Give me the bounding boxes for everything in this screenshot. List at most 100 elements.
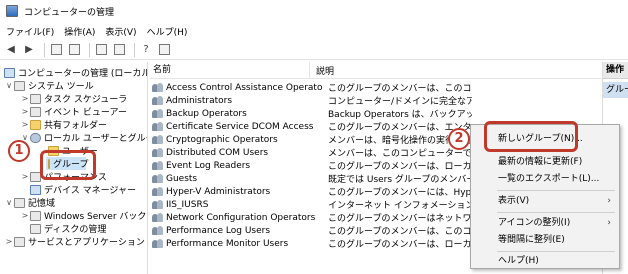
- chevron-down-icon[interactable]: ∨: [4, 81, 14, 90]
- group-icon: [152, 134, 164, 145]
- menu-item-arrange-icons[interactable]: アイコンの整列(I) ›: [471, 215, 619, 231]
- list-header: 名前 説明: [150, 62, 602, 79]
- forward-arrow-icon[interactable]: ▶: [22, 43, 36, 57]
- highlight-new-group: [484, 121, 578, 152]
- refresh-icon[interactable]: [94, 43, 108, 57]
- tree-label: ディスクの管理: [44, 225, 107, 235]
- chevron-right-icon[interactable]: >: [20, 94, 30, 103]
- menu-item-view[interactable]: 表示(V) ›: [471, 193, 619, 209]
- group-name: Guests: [166, 173, 198, 184]
- menu-action[interactable]: 操作(A): [64, 25, 95, 38]
- tree-label: コンピューターの管理 (ローカル): [18, 69, 148, 79]
- services-icon: [14, 236, 25, 247]
- group-description: インターネット インフォメーション サービス...: [328, 201, 472, 211]
- tree-item-device-manager[interactable]: デバイス マネージャー: [30, 183, 136, 196]
- menu-item-refresh[interactable]: 最新の情報に更新(F): [471, 154, 619, 170]
- menu-separator: [497, 190, 615, 191]
- menu-file[interactable]: ファイル(F): [6, 25, 54, 38]
- tools-icon: [14, 80, 25, 91]
- group-name: Access Control Assistance Operators: [166, 82, 322, 93]
- tree-label: デバイス マネージャー: [44, 186, 136, 196]
- tree-label: Windows Server バックア: [44, 212, 148, 222]
- group-name: Hyper-V Administrators: [166, 186, 271, 197]
- group-icon: [152, 225, 164, 236]
- column-header-name[interactable]: 名前: [150, 62, 310, 79]
- chevron-right-icon[interactable]: >: [20, 211, 30, 220]
- up-folder-icon[interactable]: [49, 43, 63, 57]
- menu-bar: ファイル(F) 操作(A) 表示(V) ヘルプ(H): [0, 22, 628, 40]
- group-icon: [152, 95, 164, 106]
- tree-item-system-tools[interactable]: ∨ システム ツール: [4, 79, 94, 92]
- tree-label: サービスとアプリケーション: [28, 238, 145, 248]
- actions-item-groups[interactable]: グループ: [603, 82, 628, 98]
- menu-separator: [497, 212, 615, 213]
- menu-help[interactable]: ヘルプ(H): [147, 25, 188, 38]
- computer-management-icon: [6, 5, 18, 17]
- tree-item-local-users-groups[interactable]: ∨ ローカル ユーザーとグループ: [20, 131, 147, 144]
- group-name: Cryptographic Operators: [166, 134, 278, 145]
- tree-item-event-viewer[interactable]: > イベント ビューアー: [20, 105, 127, 118]
- chevron-right-icon[interactable]: >: [4, 237, 14, 246]
- group-description: コンピューター/ドメインに完全なアクセス...: [328, 97, 472, 107]
- menu-item-help[interactable]: ヘルプ(H): [471, 253, 619, 269]
- group-icon: [152, 186, 164, 197]
- tree-label: タスク スケジューラ: [44, 95, 128, 105]
- toolbar: ◀ ▶ ?: [0, 40, 628, 60]
- help-icon[interactable]: ?: [139, 43, 153, 57]
- group-name: Performance Monitor Users: [166, 238, 289, 249]
- shared-folder-icon: [30, 119, 41, 130]
- tree-item-services-apps[interactable]: > サービスとアプリケーション: [4, 235, 145, 248]
- menu-view[interactable]: 表示(V): [105, 25, 136, 38]
- table-row[interactable]: Backup Operators Backup Operators は、バックアッ…: [150, 107, 602, 120]
- tree-item-root[interactable]: コンピューターの管理 (ローカル): [4, 66, 148, 79]
- chevron-right-icon[interactable]: >: [20, 172, 30, 181]
- group-icon: [152, 173, 164, 184]
- group-description: Backup Operators は、バックアップの...: [328, 110, 472, 120]
- table-row[interactable]: Access Control Assistance Operators このグルー…: [150, 81, 602, 94]
- highlight-groups: [40, 150, 96, 180]
- tree-label: ローカル ユーザーとグループ: [44, 134, 147, 144]
- group-name: Certificate Service DCOM Access: [166, 121, 314, 132]
- group-name: Network Configuration Operators: [166, 212, 316, 223]
- device-manager-icon: [30, 184, 41, 195]
- menu-item-label: アイコンの整列(I): [498, 218, 571, 228]
- group-description: 既定では Users グループのメンバーと同...: [328, 175, 472, 185]
- chevron-right-icon[interactable]: >: [20, 120, 30, 129]
- group-name: Event Log Readers: [166, 160, 251, 171]
- toolbar-divider: [134, 42, 135, 57]
- tree-item-storage[interactable]: ∨ 記憶域: [4, 196, 55, 209]
- tree-label: 共有フォルダー: [44, 121, 108, 131]
- tree-item-disk-management[interactable]: ディスクの管理: [30, 222, 106, 235]
- table-row[interactable]: Administrators コンピューター/ドメインに完全なアクセス...: [150, 94, 602, 107]
- tree-item-windows-server-backup[interactable]: > Windows Server バックア: [20, 209, 148, 222]
- group-icon: [152, 121, 164, 132]
- toolbar-divider: [44, 42, 45, 57]
- menu-item-export-list[interactable]: 一覧のエクスポート(L)...: [471, 171, 619, 187]
- menu-separator: [497, 251, 615, 252]
- chevron-down-icon[interactable]: ∨: [4, 198, 14, 207]
- group-description: このグループのメンバーには、Hyper-V ...: [328, 188, 472, 198]
- group-icon: [152, 199, 164, 210]
- back-arrow-icon[interactable]: ◀: [4, 43, 18, 57]
- actions-header: 操作: [603, 62, 628, 79]
- group-name: Administrators: [166, 95, 233, 106]
- group-description: このグループのメンバーは、ローカル コン...: [328, 162, 472, 172]
- group-icon: [152, 238, 164, 249]
- export-list-icon[interactable]: [112, 43, 126, 57]
- tree-label: 記憶域: [28, 199, 56, 209]
- column-header-description[interactable]: 説明: [310, 64, 334, 77]
- disk-icon: [30, 223, 41, 234]
- group-icon: [152, 212, 164, 223]
- event-viewer-icon: [30, 106, 41, 117]
- submenu-arrow-icon: ›: [607, 218, 611, 228]
- backup-icon: [30, 210, 41, 221]
- chevron-right-icon[interactable]: >: [20, 107, 30, 116]
- group-icon: [152, 160, 164, 171]
- menu-item-line-up-icons[interactable]: 等間隔に整列(E): [471, 232, 619, 248]
- clock-icon: [30, 93, 41, 104]
- tree-item-shared-folders[interactable]: > 共有フォルダー: [20, 118, 107, 131]
- step-2-badge: 2: [448, 128, 470, 150]
- tree-item-task-scheduler[interactable]: > タスク スケジューラ: [20, 92, 127, 105]
- show-hide-tree-icon[interactable]: [67, 43, 81, 57]
- properties-icon[interactable]: [157, 43, 171, 57]
